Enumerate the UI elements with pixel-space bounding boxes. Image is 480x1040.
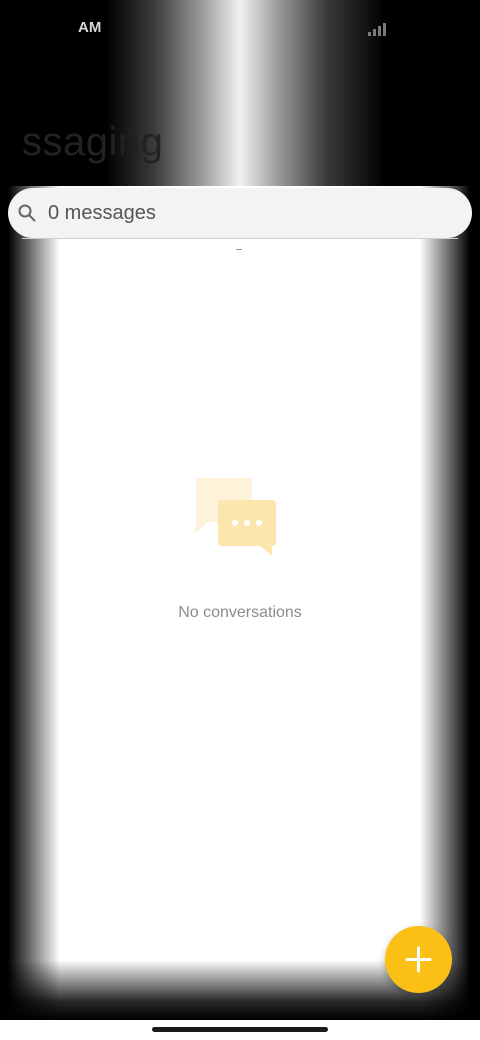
scroll-hint	[236, 249, 242, 250]
home-indicator[interactable]	[152, 1027, 328, 1032]
chat-bubbles-icon	[194, 478, 276, 556]
empty-state-label: No conversations	[178, 604, 302, 621]
status-time: AM	[78, 19, 102, 36]
status-bar: AM	[0, 0, 480, 56]
empty-state	[0, 478, 480, 562]
search-bar[interactable]	[8, 188, 472, 238]
new-conversation-button[interactable]	[385, 926, 452, 993]
page-title: ssaging	[22, 120, 164, 164]
plus-icon	[405, 946, 432, 973]
search-input[interactable]	[48, 188, 428, 238]
search-icon	[18, 204, 36, 222]
signal-icon	[368, 22, 388, 36]
divider	[22, 238, 458, 239]
